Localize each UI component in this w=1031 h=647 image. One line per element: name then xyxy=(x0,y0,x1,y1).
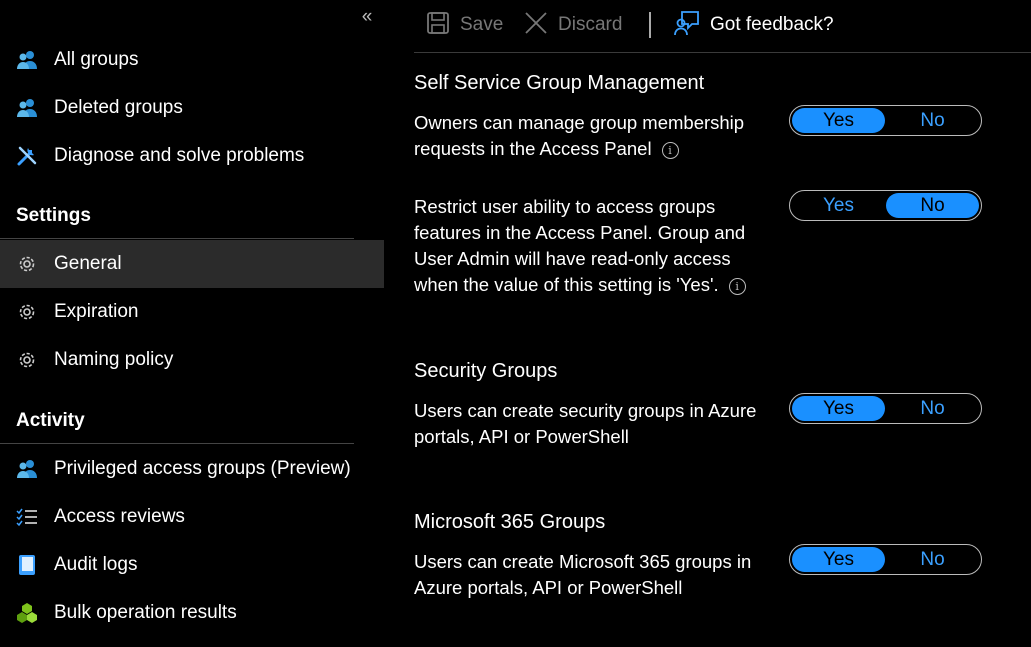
setting-description: Owners can manage group membership reque… xyxy=(414,110,774,162)
nav-label: Deleted groups xyxy=(54,97,183,118)
toggle-create-security-groups: Yes No xyxy=(789,393,982,424)
collapse-sidebar-button[interactable]: « xyxy=(356,6,378,28)
discard-label: Discard xyxy=(558,14,623,35)
nav-label: Privileged access groups (Preview) xyxy=(54,458,351,479)
setting-text: Restrict user ability to access groups f… xyxy=(414,196,746,295)
setting-description: Restrict user ability to access groups f… xyxy=(414,194,774,298)
nav-audit-logs[interactable]: Audit logs xyxy=(0,541,384,589)
setting-text: Users can create Microsoft 365 groups in… xyxy=(414,551,752,598)
info-icon[interactable]: i xyxy=(661,142,679,159)
book-icon xyxy=(16,554,38,576)
nav-label: Access reviews xyxy=(54,506,185,527)
nav-label: Expiration xyxy=(54,301,139,322)
feedback-icon xyxy=(674,10,700,41)
feedback-label: Got feedback? xyxy=(710,14,834,35)
nav-access-reviews[interactable]: Access reviews xyxy=(0,493,384,541)
toggle-no[interactable]: No xyxy=(886,193,979,218)
setting-text: Users can create security groups in Azur… xyxy=(414,400,757,447)
nav-bulk-operation-results[interactable]: Bulk operation results xyxy=(0,589,384,637)
save-label: Save xyxy=(460,14,504,35)
users-icon xyxy=(16,49,38,71)
sidebar: « All groups Deleted groups Diagnose and… xyxy=(0,0,384,647)
gear-icon xyxy=(16,349,38,371)
group-title-self-service: Self Service Group Management xyxy=(414,72,705,94)
nav-label: Diagnose and solve problems xyxy=(54,145,305,166)
discard-button[interactable]: Discard xyxy=(524,10,622,40)
setting-description: Users can create Microsoft 365 groups in… xyxy=(414,549,774,601)
divider xyxy=(0,238,354,239)
section-heading-activity: Activity xyxy=(16,410,85,431)
divider xyxy=(0,443,354,444)
toolbar-divider xyxy=(649,12,651,38)
section-heading-settings: Settings xyxy=(16,205,91,226)
toggle-yes[interactable]: Yes xyxy=(792,396,885,421)
info-icon[interactable]: i xyxy=(728,278,746,295)
nav-label: All groups xyxy=(54,49,139,70)
command-bar: Save Discard Got feedback? xyxy=(414,0,1031,53)
nav-all-groups[interactable]: All groups xyxy=(0,36,384,84)
nav-expiration[interactable]: Expiration xyxy=(0,288,384,336)
cubes-icon xyxy=(16,602,38,624)
wrench-icon xyxy=(16,145,38,167)
close-icon xyxy=(524,11,548,40)
toggle-yes[interactable]: Yes xyxy=(792,547,885,572)
toggle-yes[interactable]: Yes xyxy=(792,193,885,218)
toggle-owners-manage-membership: Yes No xyxy=(789,105,982,136)
nav-label: Audit logs xyxy=(54,554,138,575)
users-icon xyxy=(16,97,38,119)
nav-general[interactable]: General xyxy=(0,240,384,288)
setting-text: Owners can manage group membership reque… xyxy=(414,112,745,159)
save-icon xyxy=(426,11,450,40)
setting-description: Users can create security groups in Azur… xyxy=(414,398,774,450)
save-button[interactable]: Save xyxy=(426,10,503,40)
feedback-button[interactable]: Got feedback? xyxy=(674,10,834,40)
checklist-icon xyxy=(16,506,38,528)
nav-label: Naming policy xyxy=(54,349,174,370)
toggle-yes[interactable]: Yes xyxy=(792,108,885,133)
toggle-no[interactable]: No xyxy=(886,396,979,421)
toggle-no[interactable]: No xyxy=(886,108,979,133)
group-title-security-groups: Security Groups xyxy=(414,360,558,382)
nav-privileged-access-groups[interactable]: Privileged access groups (Preview) xyxy=(0,445,384,493)
nav-naming-policy[interactable]: Naming policy xyxy=(0,336,384,384)
gear-icon xyxy=(16,253,38,275)
toggle-no[interactable]: No xyxy=(886,547,979,572)
nav-label: General xyxy=(54,253,122,274)
nav-deleted-groups[interactable]: Deleted groups xyxy=(0,84,384,132)
toggle-create-m365-groups: Yes No xyxy=(789,544,982,575)
nav-label: Bulk operation results xyxy=(54,602,237,623)
main-content: Save Discard Got feedback? Self Service … xyxy=(414,0,1031,647)
gear-icon xyxy=(16,301,38,323)
users-icon xyxy=(16,458,38,480)
group-title-m365-groups: Microsoft 365 Groups xyxy=(414,511,606,533)
nav-diagnose[interactable]: Diagnose and solve problems xyxy=(0,132,384,180)
toggle-restrict-access-panel: Yes No xyxy=(789,190,982,221)
